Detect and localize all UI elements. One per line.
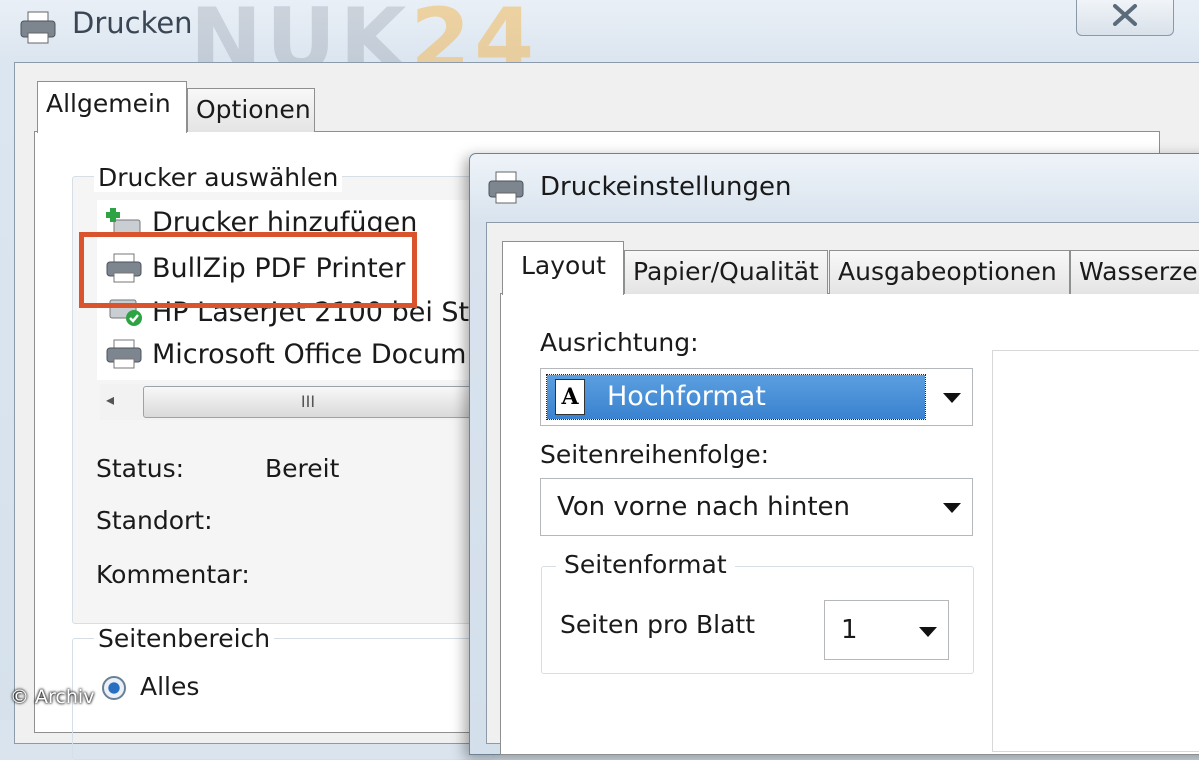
orientation-select[interactable]: A Hochformat — [540, 368, 973, 426]
tab-allgemein[interactable]: Allgemein — [37, 81, 187, 133]
window-title: Drucken — [72, 6, 193, 40]
status-value: Bereit — [265, 454, 340, 483]
printer-icon — [488, 171, 524, 204]
orientation-selected-value: Hochformat — [546, 374, 926, 420]
layout-preview — [992, 350, 1199, 752]
copyright-notice: © Archiv — [10, 686, 95, 708]
printer-item-msoffice[interactable]: Microsoft Office Docum — [104, 338, 466, 370]
page-order-label: Seitenreihenfolge: — [540, 440, 770, 469]
chevron-down-icon[interactable] — [919, 627, 937, 637]
close-button[interactable] — [1076, 0, 1174, 36]
radio-all-label[interactable]: Alles — [140, 672, 199, 701]
chevron-down-icon[interactable] — [943, 393, 961, 403]
chevron-down-icon[interactable] — [943, 503, 961, 513]
portrait-page-icon: A — [555, 379, 585, 415]
highlight-annotation — [79, 232, 417, 308]
page-order-select[interactable]: Von vorne nach hinten — [540, 478, 973, 536]
close-icon — [1113, 4, 1137, 26]
printer-icon — [104, 338, 144, 370]
pages-per-sheet-select[interactable]: 1 — [824, 600, 949, 660]
scrollbar-thumb[interactable]: III — [143, 386, 473, 418]
tab-papier-qualitaet[interactable]: Papier/Qualität — [624, 250, 828, 294]
status-label: Status: — [96, 454, 185, 483]
page-range-label: Seitenbereich — [94, 624, 275, 653]
page-order-value: Von vorne nach hinten — [557, 492, 850, 522]
comment-label: Kommentar: — [96, 560, 250, 589]
tab-optionen[interactable]: Optionen — [187, 88, 315, 132]
printer-group-label: Drucker auswählen — [94, 163, 343, 192]
settings-window-title: Druckeinstellungen — [540, 172, 792, 202]
location-label: Standort: — [96, 506, 213, 535]
scroll-left-icon[interactable]: ◂ — [106, 390, 114, 409]
tab-ausgabeoptionen[interactable]: Ausgabeoptionen — [829, 250, 1070, 294]
printer-icon — [20, 11, 56, 44]
radio-all[interactable] — [102, 676, 126, 700]
tab-layout[interactable]: Layout — [502, 241, 624, 295]
tab-wasserzeichen[interactable]: Wasserze — [1070, 250, 1199, 294]
page-format-label: Seitenformat — [556, 550, 735, 579]
pages-per-sheet-label: Seiten pro Blatt — [560, 610, 756, 639]
page-range-group — [72, 638, 494, 760]
orientation-label: Ausrichtung: — [540, 328, 699, 357]
printer-name: Microsoft Office Docum — [152, 338, 467, 370]
pages-per-sheet-value: 1 — [841, 615, 858, 645]
